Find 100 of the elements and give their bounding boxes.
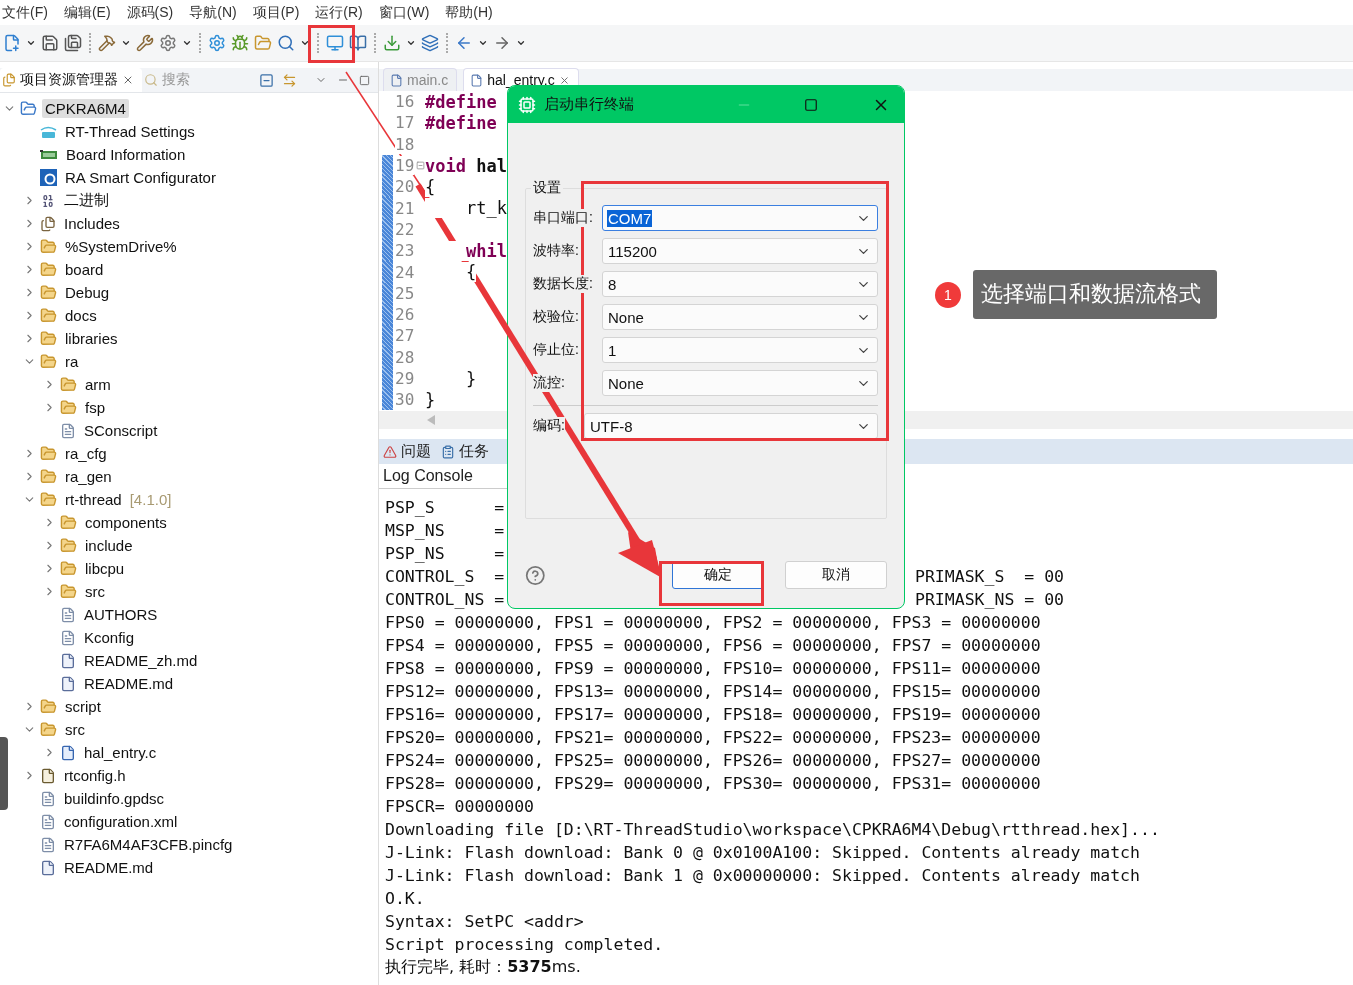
- tree-item[interactable]: AUTHORS: [81, 605, 161, 624]
- document-icon: [40, 859, 56, 876]
- dropdown-field[interactable]: None: [602, 370, 878, 396]
- menu-item[interactable]: 运行(R): [315, 3, 367, 22]
- tree-item[interactable]: libraries: [62, 329, 121, 348]
- panel-tab[interactable]: 项目资源管理器: [0, 68, 142, 92]
- menu-item[interactable]: 帮助(H): [445, 3, 497, 22]
- dropdown-field[interactable]: COM7: [602, 205, 878, 231]
- forward-arrow-icon[interactable]: [493, 34, 511, 52]
- layers-icon[interactable]: [421, 34, 439, 52]
- tree-item[interactable]: ra_cfg: [62, 444, 110, 463]
- file-icon: [40, 836, 56, 853]
- tree-item[interactable]: R7FA6M4AF3CFB.pincfg: [61, 835, 236, 854]
- dropdown-field[interactable]: UTF-8: [584, 413, 878, 439]
- file-icon: [60, 422, 76, 439]
- tree-item[interactable]: ra_gen: [62, 467, 115, 486]
- tree-item[interactable]: src: [62, 720, 88, 739]
- menu-item[interactable]: 源码(S): [126, 3, 178, 22]
- close-icon[interactable]: [558, 74, 570, 86]
- console-line: CONTROL_NS =: [385, 590, 505, 609]
- tree-item[interactable]: rt-thread: [62, 490, 125, 509]
- tree-item[interactable]: hal_entry.c: [81, 743, 160, 762]
- search-icon[interactable]: [277, 34, 295, 52]
- bug-icon[interactable]: [231, 34, 249, 52]
- tree-item[interactable]: RA Smart Configurator: [62, 168, 219, 187]
- menu-item[interactable]: 导航(N): [189, 3, 241, 22]
- tree-item[interactable]: rtconfig.h: [61, 766, 129, 785]
- tree-item[interactable]: libcpu: [82, 559, 128, 578]
- panel-tab[interactable]: 任务: [441, 442, 489, 461]
- cancel-button[interactable]: 取消: [784, 561, 887, 589]
- tree-item[interactable]: README_zh.md: [81, 651, 201, 670]
- dropdown-field[interactable]: None: [602, 304, 878, 330]
- menu-item[interactable]: 项目(P): [252, 3, 304, 22]
- console-line: FPS28= 00000000, FPS29= 00000000, FPS30= 00000000, FPS31= 00000000: [385, 774, 1041, 793]
- tree-item[interactable]: buildinfo.gpdsc: [61, 789, 168, 808]
- tree-item[interactable]: fsp: [82, 398, 108, 417]
- version-label: [4.1.0]: [129, 491, 172, 508]
- tree-item[interactable]: Kconfig: [81, 628, 138, 647]
- collapse-all-icon[interactable]: [259, 72, 274, 88]
- help-icon[interactable]: [525, 564, 546, 586]
- panel-tab[interactable]: 问题: [383, 442, 431, 461]
- save-icon[interactable]: [41, 34, 59, 52]
- caret-icon[interactable]: [121, 38, 131, 48]
- highlight-frame: [308, 25, 355, 63]
- folder-icon: [60, 560, 77, 577]
- file-icon: [60, 629, 76, 646]
- tree-item[interactable]: CPKRA6M4: [42, 99, 129, 118]
- caret-icon[interactable]: [300, 38, 310, 48]
- tree-item[interactable]: README.md: [61, 858, 157, 877]
- link-icon[interactable]: [282, 72, 297, 88]
- file-icon: [40, 813, 56, 830]
- tree-item[interactable]: configuration.xml: [61, 812, 181, 831]
- tree-item[interactable]: ra: [62, 352, 82, 371]
- maximize-icon[interactable]: [804, 97, 818, 112]
- side-handle[interactable]: [0, 737, 8, 810]
- menu-item[interactable]: 编辑(E): [63, 3, 115, 22]
- tree-item[interactable]: README.md: [81, 674, 177, 693]
- gear-icon[interactable]: [208, 34, 226, 52]
- console-line: Downloading file [D:\RT-ThreadStudio\workspace\CPKRA6M4\Debug\rtthread.hex]...: [385, 820, 1160, 839]
- tree-item[interactable]: include: [82, 536, 136, 555]
- monitor-icon[interactable]: [326, 34, 344, 52]
- tree-item[interactable]: arm: [82, 375, 114, 394]
- tree-item[interactable]: Includes: [61, 214, 123, 233]
- folder-icon: [60, 399, 77, 416]
- maximize-icon[interactable]: [359, 74, 370, 86]
- caret-icon[interactable]: [182, 38, 192, 48]
- console-line: PSP_NS =: [385, 544, 505, 563]
- tree-item[interactable]: %SystemDrive%: [62, 237, 180, 256]
- fold-icon[interactable]: [416, 161, 425, 171]
- tree-item[interactable]: script: [62, 697, 104, 716]
- dropdown-field[interactable]: 1: [602, 337, 878, 363]
- dropdown-field[interactable]: 115200: [602, 238, 878, 264]
- caret-icon[interactable]: [406, 38, 416, 48]
- folder-icon: [40, 330, 57, 347]
- save-all-icon[interactable]: [64, 34, 82, 52]
- tree-item[interactable]: 二进制: [61, 190, 112, 211]
- tree-item[interactable]: docs: [62, 306, 100, 325]
- book-icon[interactable]: [349, 34, 367, 52]
- caret-icon[interactable]: [516, 38, 526, 48]
- tree-item[interactable]: Debug: [62, 283, 113, 302]
- dropdown-field[interactable]: 8: [602, 271, 878, 297]
- new-file-icon[interactable]: [3, 34, 21, 52]
- download-icon[interactable]: [383, 34, 401, 52]
- menu-item[interactable]: 窗口(W): [378, 3, 434, 22]
- console-line: J-Link: Flash download: Bank 1 @ 0x00000000: Skipped. Contents already match: [385, 866, 1140, 885]
- hammer-icon[interactable]: [98, 34, 116, 52]
- folder-icon[interactable]: [254, 34, 272, 52]
- menu-item[interactable]: 文件(F): [2, 3, 52, 22]
- caret-icon[interactable]: [26, 38, 36, 48]
- tree-item[interactable]: components: [82, 513, 170, 532]
- wrench-icon[interactable]: [136, 34, 154, 52]
- tree-item[interactable]: src: [82, 582, 108, 601]
- tree-item[interactable]: RT-Thread Settings: [62, 122, 198, 141]
- tree-item[interactable]: SConscript: [81, 421, 161, 440]
- caret-icon[interactable]: [478, 38, 488, 48]
- close-icon[interactable]: [122, 74, 134, 86]
- console-line: PRIMASK_S = 00: [915, 567, 1064, 586]
- tree-item[interactable]: board: [62, 260, 107, 279]
- tree-item[interactable]: Board Information: [63, 145, 189, 164]
- dialog-title: 启动串行终端: [544, 95, 634, 114]
